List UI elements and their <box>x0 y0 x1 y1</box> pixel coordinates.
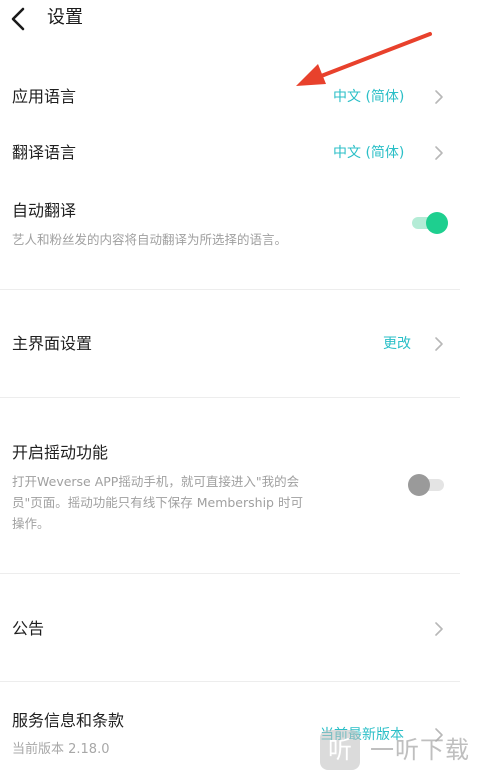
shake-description-line-3: 操作。 <box>12 516 50 531</box>
translate-language-value: 中文 (简体) <box>333 145 405 161</box>
setting-row-notice[interactable]: 公告 <box>0 616 480 646</box>
shake-toggle[interactable] <box>408 474 444 496</box>
service-info-label: 服务信息和条款 <box>12 711 125 730</box>
chevron-right-icon <box>435 337 443 351</box>
divider <box>0 573 460 574</box>
page-title: 设置 <box>47 7 83 28</box>
auto-translate-description: 艺人和粉丝发的内容将自动翻译为所选择的语言。 <box>12 232 288 247</box>
chevron-right-icon <box>435 90 443 104</box>
setting-row-translate-language[interactable]: 翻译语言 中文 (简体) <box>0 140 480 170</box>
auto-translate-label: 自动翻译 <box>12 201 77 220</box>
notice-label: 公告 <box>12 619 45 638</box>
main-interface-value: 更改 <box>383 336 411 352</box>
toggle-knob <box>426 212 448 234</box>
current-version-text: 当前版本 2.18.0 <box>12 742 110 757</box>
setting-row-shake: 开启摇动功能 打开Weverse APP摇动手机，就可直接进入"我的会 员"页面… <box>0 440 480 540</box>
divider <box>0 681 460 682</box>
chevron-right-icon <box>435 622 443 636</box>
shake-description-line-1: 打开Weverse APP摇动手机，就可直接进入"我的会 <box>12 474 300 489</box>
back-chevron-icon[interactable] <box>8 6 28 32</box>
setting-row-auto-translate: 自动翻译 艺人和粉丝发的内容将自动翻译为所选择的语言。 <box>0 198 480 258</box>
watermark: 听 一听下载 <box>320 730 480 775</box>
main-interface-label: 主界面设置 <box>12 334 93 353</box>
app-language-label: 应用语言 <box>12 87 77 106</box>
translate-language-label: 翻译语言 <box>12 143 77 162</box>
divider <box>0 397 460 398</box>
toggle-knob <box>408 474 430 496</box>
app-language-value: 中文 (简体) <box>333 89 405 105</box>
watermark-logo-glyph: 听 <box>328 736 352 764</box>
divider <box>0 289 460 290</box>
shake-description-line-2: 员"页面。摇动功能只有线下保存 Membership 时可 <box>12 495 303 510</box>
chevron-right-icon <box>435 146 443 160</box>
setting-row-app-language[interactable]: 应用语言 中文 (简体) <box>0 84 480 114</box>
auto-translate-toggle[interactable] <box>412 212 448 234</box>
setting-row-main-interface[interactable]: 主界面设置 更改 <box>0 331 480 361</box>
watermark-text: 一听下载 <box>370 736 470 764</box>
shake-label: 开启摇动功能 <box>12 443 109 462</box>
watermark-logo-icon: 听 <box>320 730 360 770</box>
